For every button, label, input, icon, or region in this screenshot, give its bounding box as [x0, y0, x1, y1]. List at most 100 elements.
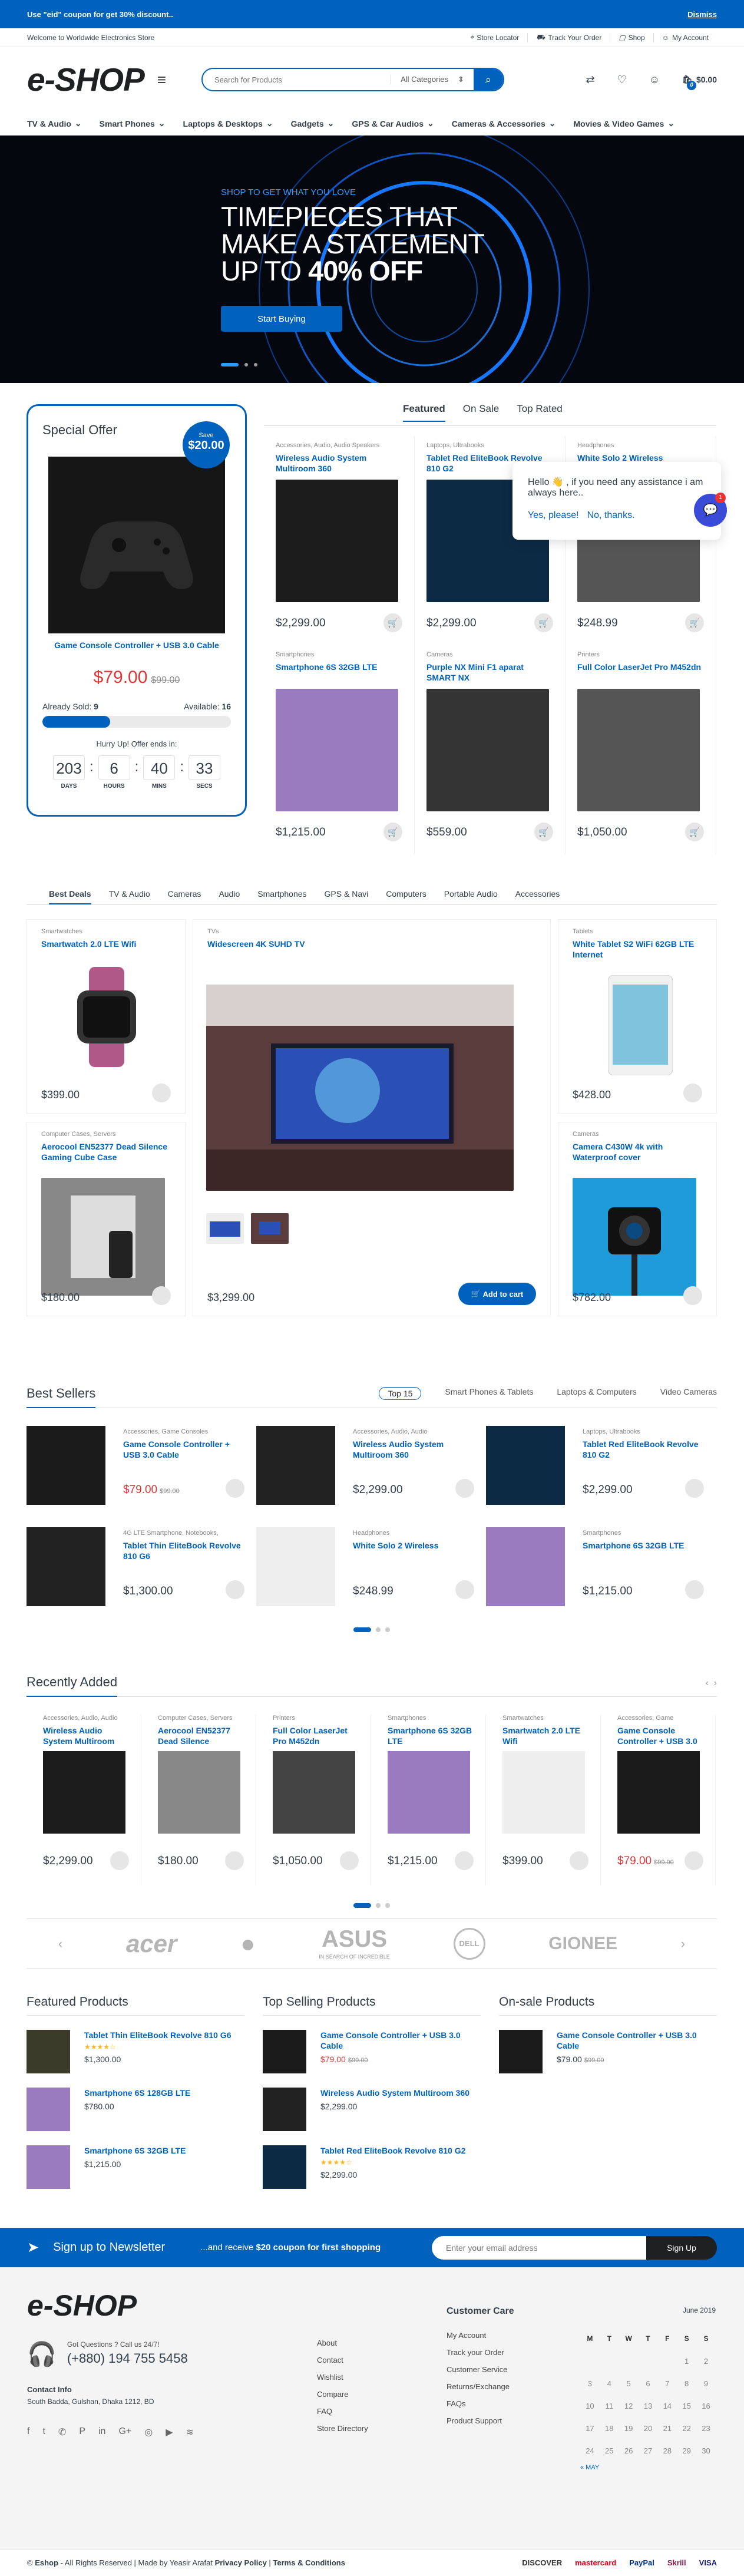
product-category[interactable]: Accessories, Game — [617, 1715, 706, 1722]
product-name[interactable]: Purple NX Mini F1 aparat SMART NX — [426, 662, 553, 684]
product-name[interactable]: White Solo 2 Wireless — [353, 1540, 474, 1551]
compare-icon[interactable]: ⇄ — [586, 74, 595, 86]
footer-link[interactable]: Product Support — [447, 2412, 514, 2429]
calendar-prev-link[interactable]: « MAY — [580, 2464, 716, 2471]
search-input[interactable] — [202, 69, 391, 90]
add-to-cart-icon[interactable]: 🛒 — [383, 823, 402, 841]
product-image[interactable] — [276, 689, 398, 811]
product-image[interactable] — [27, 1527, 105, 1606]
add-to-cart-icon[interactable] — [152, 1286, 171, 1305]
deal-card[interactable]: Cameras Camera C430W 4k with Waterproof c… — [558, 1122, 717, 1316]
recent-item[interactable]: Printers Full Color LaserJet Pro M452dn $1… — [256, 1715, 371, 1885]
product-image[interactable] — [486, 1527, 565, 1606]
track-order-link[interactable]: ⛟ Track Your Order — [527, 32, 610, 42]
mini-product[interactable]: Game Console Controller + USB 3.0 Cable $… — [499, 2030, 717, 2073]
product-name[interactable]: Game Console Controller + USB 3.0 Cable — [320, 2030, 481, 2051]
bestseller-tab[interactable]: Smart Phones & Tablets — [445, 1387, 533, 1400]
product-image[interactable] — [256, 1426, 335, 1505]
category-select[interactable]: All Categories ⇕ — [391, 75, 474, 84]
my-account-link[interactable]: ☺ My Account — [653, 32, 717, 42]
deals-tab[interactable]: Smartphones — [257, 889, 306, 899]
product-image[interactable] — [158, 1751, 240, 1834]
mini-product[interactable]: Smartphone 6S 128GB LTE $780.00 — [27, 2088, 244, 2131]
product-name[interactable]: Smartphone 6S 32GB LTE — [276, 662, 402, 684]
add-to-cart-icon[interactable] — [455, 1851, 474, 1870]
product-name[interactable]: Full Color LaserJet Pro M452dn — [273, 1725, 361, 1746]
bestseller-tab[interactable]: Top 15 — [379, 1387, 422, 1400]
pager-dot[interactable] — [353, 1627, 371, 1632]
mini-product[interactable]: Game Console Controller + USB 3.0 Cable $… — [263, 2030, 481, 2073]
heart-icon[interactable]: ♡ — [617, 74, 627, 86]
bestseller-item[interactable]: Accessories, Audio, Audio Wireless Audio … — [256, 1426, 486, 1508]
footer-link[interactable]: Track your Order — [447, 2344, 514, 2361]
product-category[interactable]: Headphones — [353, 1530, 474, 1537]
add-to-cart-icon[interactable]: 🛒 — [383, 613, 402, 632]
site-logo[interactable]: e-SHOP — [27, 61, 145, 98]
deal-card[interactable]: Computer Cases, Servers Aerocool EN52377 … — [27, 1122, 186, 1316]
bestseller-tab[interactable]: Laptops & Computers — [557, 1387, 636, 1400]
product-image[interactable] — [499, 2030, 543, 2073]
deal-card[interactable]: Tablets White Tablet S2 WiFi 62GB LTE Int… — [558, 919, 717, 1114]
product-category[interactable]: Smartwatches — [502, 1715, 591, 1722]
linkedin-icon[interactable]: in — [98, 2426, 105, 2438]
add-to-cart-icon[interactable] — [455, 1479, 474, 1498]
add-to-cart-icon[interactable] — [226, 1479, 244, 1498]
product-image[interactable] — [426, 689, 549, 811]
chat-no-link[interactable]: No, thanks. — [587, 510, 635, 521]
product-image[interactable] — [27, 2030, 70, 2073]
tab-top-rated[interactable]: Top Rated — [517, 403, 563, 422]
bestseller-item[interactable]: Headphones White Solo 2 Wireless $248.99 — [256, 1527, 486, 1610]
cart-button[interactable]: 🛍 0 $0.00 — [682, 75, 717, 90]
footer-link[interactable]: FAQs — [447, 2395, 514, 2412]
twitter-icon[interactable]: t — [42, 2426, 45, 2438]
product-category[interactable]: Smartphones — [388, 1715, 476, 1722]
deals-tab[interactable]: Computers — [386, 889, 426, 899]
pager-dot[interactable] — [385, 1903, 390, 1908]
pager-dot[interactable] — [385, 1627, 390, 1632]
slider-dot[interactable] — [221, 363, 239, 366]
pager-dot[interactable] — [376, 1627, 381, 1632]
privacy-link[interactable]: Privacy Policy — [215, 2558, 267, 2567]
deals-tab[interactable]: Best Deals — [49, 889, 91, 904]
tab-on-sale[interactable]: On Sale — [463, 403, 499, 422]
add-to-cart-icon[interactable]: 🛒 — [534, 823, 553, 841]
product-image[interactable] — [48, 457, 225, 633]
user-icon[interactable]: ☺ — [649, 74, 660, 86]
product-image[interactable] — [263, 2030, 306, 2073]
product-name[interactable]: Smartphone 6S 32GB LTE — [388, 1725, 476, 1746]
add-to-cart-icon[interactable]: 🛒 — [685, 613, 704, 632]
brand-dell[interactable]: DELL — [453, 1928, 485, 1960]
footer-link[interactable]: Customer Service — [447, 2361, 514, 2378]
product-category[interactable]: Accessories, Audio, Audio Speakers — [276, 442, 402, 449]
chevron-right-icon[interactable]: › — [681, 1936, 685, 1951]
product-image[interactable] — [263, 2088, 306, 2131]
add-to-cart-icon[interactable] — [225, 1851, 244, 1870]
product-name[interactable]: Tablet Thin EliteBook Revolve 810 G6 — [123, 1540, 244, 1561]
dismiss-link[interactable]: Dismiss — [687, 10, 717, 19]
product-category[interactable]: Laptops, Ultrabooks — [426, 442, 553, 449]
product-category[interactable]: Computer Cases, Servers — [158, 1715, 246, 1722]
add-to-cart-icon[interactable] — [455, 1580, 474, 1599]
tab-featured[interactable]: Featured — [403, 403, 445, 422]
mini-product[interactable]: Tablet Red EliteBook Revolve 810 G2 ★★★★☆… — [263, 2145, 481, 2189]
add-to-cart-icon[interactable] — [226, 1580, 244, 1599]
facebook-icon[interactable]: f — [27, 2426, 29, 2438]
product-category[interactable]: Printers — [577, 651, 704, 658]
product-image[interactable] — [276, 480, 398, 602]
product-category[interactable]: Accessories, Audio, Audio — [43, 1715, 131, 1722]
deal-card-featured[interactable]: TVs Widescreen 4K SUHD TV $3,299.00 🛒 Add… — [193, 919, 551, 1316]
product-name[interactable]: Game Console Controller + USB 3.0 Cable — [123, 1439, 244, 1460]
product-category[interactable]: Smartphones — [583, 1530, 704, 1537]
footer-link[interactable]: Compare — [317, 2386, 368, 2403]
bestseller-item[interactable]: 4G LTE Smartphone, Notebooks, Tablet Thin… — [27, 1527, 256, 1610]
slider-dot[interactable] — [254, 363, 257, 366]
nav-item[interactable]: Movies & Video Games — [574, 119, 664, 128]
product-image[interactable] — [617, 1751, 700, 1834]
google-plus-icon[interactable]: G+ — [118, 2426, 131, 2438]
bestseller-item[interactable]: Accessories, Game Consoles Game Console C… — [27, 1426, 256, 1508]
product-card[interactable]: Cameras Purple NX Mini F1 aparat SMART NX… — [415, 645, 566, 854]
add-to-cart-icon[interactable]: 🛒 — [685, 823, 704, 841]
product-card[interactable]: Accessories, Audio, Audio Speakers Wirele… — [264, 436, 415, 645]
product-name[interactable]: Wireless Audio System Multiroom 360 — [276, 453, 402, 475]
deals-tab[interactable]: GPS & Navi — [325, 889, 369, 899]
